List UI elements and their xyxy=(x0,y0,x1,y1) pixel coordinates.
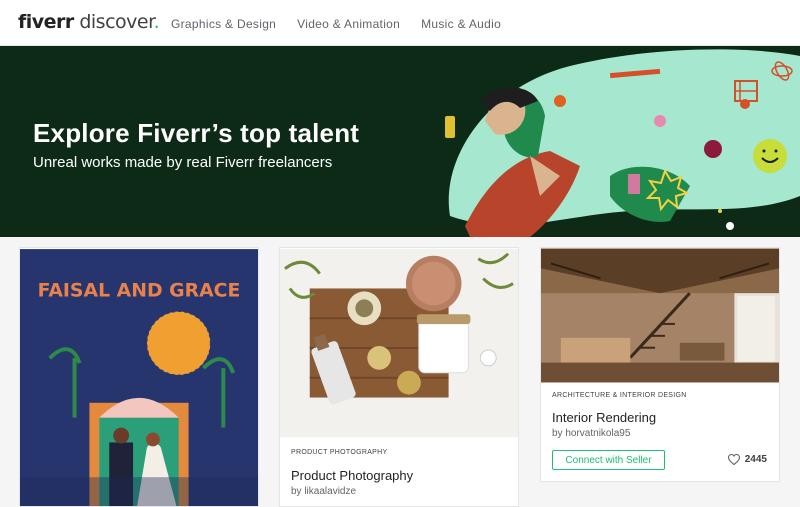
poster-text: FAISAL AND GRACE xyxy=(38,281,241,302)
hero-subtitle: Unreal works made by real Fiverr freelan… xyxy=(33,154,333,171)
interior-rendering-image xyxy=(541,248,779,383)
card-title[interactable]: Product Photography xyxy=(291,468,413,483)
nav-graphics-design[interactable]: Graphics & Design xyxy=(171,17,276,31)
category-nav: Graphics & Design Video & Animation Musi… xyxy=(171,17,501,31)
hero-banner: Explore Fiverr’s top talent Unreal works… xyxy=(0,46,800,237)
logo-word: discover xyxy=(73,11,154,33)
nav-video-animation[interactable]: Video & Animation xyxy=(297,17,400,31)
hero-title: Explore Fiverr’s top talent xyxy=(33,118,360,148)
card-seller[interactable]: by likaalavidze xyxy=(291,486,356,497)
like-counter[interactable]: 2445 xyxy=(727,454,767,465)
logo-dot: . xyxy=(153,11,160,33)
heart-icon[interactable] xyxy=(727,454,740,465)
top-navigation-bar: fiverr discover. Graphics & Design Video… xyxy=(0,0,800,46)
card-title[interactable]: Interior Rendering xyxy=(552,410,656,425)
portfolio-card-product-photography[interactable]: PRODUCT PHOTOGRAPHY Product Photography … xyxy=(279,247,519,507)
connect-with-seller-button[interactable]: Connect with Seller xyxy=(552,450,665,470)
card-seller[interactable]: by horvatnikola95 xyxy=(552,428,630,439)
portfolio-card-wedding-illustration[interactable]: FAISAL AND GRACE xyxy=(19,247,259,507)
card-category: PRODUCT PHOTOGRAPHY xyxy=(291,449,388,456)
product-photography-image xyxy=(280,248,518,438)
wedding-poster-image: FAISAL AND GRACE xyxy=(20,249,258,506)
fiverr-discover-logo[interactable]: fiverr discover. xyxy=(18,11,160,33)
logo-brand: fiverr xyxy=(18,11,74,33)
like-count: 2445 xyxy=(744,454,767,465)
card-category: ARCHITECTURE & INTERIOR DESIGN xyxy=(552,392,687,399)
portfolio-card-interior-rendering[interactable]: ARCHITECTURE & INTERIOR DESIGN Interior … xyxy=(540,247,780,482)
nav-music-audio[interactable]: Music & Audio xyxy=(421,17,501,31)
hero-illustration xyxy=(445,49,800,237)
